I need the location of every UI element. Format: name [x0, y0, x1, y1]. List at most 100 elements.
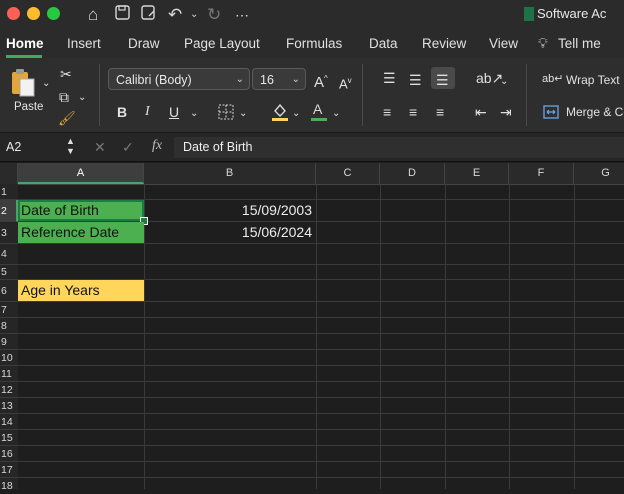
decrease-indent-icon[interactable]: ⇤ — [475, 104, 487, 120]
name-box-stepper-icon[interactable]: ▲ ▼ — [66, 136, 75, 156]
gridline — [18, 381, 624, 382]
window-title: Software Ac — [537, 6, 607, 21]
tab-review[interactable]: Review — [422, 36, 466, 51]
select-all-corner[interactable] — [0, 163, 18, 184]
column-header-b[interactable]: B — [144, 163, 316, 184]
tab-formulas[interactable]: Formulas — [286, 36, 342, 51]
column-header-f[interactable]: F — [509, 163, 574, 184]
gridline — [18, 349, 624, 350]
row-header-11[interactable]: 11 — [0, 366, 18, 382]
row-header-4[interactable]: 4 — [0, 244, 18, 265]
align-right-icon[interactable]: ≡ — [436, 104, 444, 120]
ribbon-separator — [526, 64, 527, 126]
fill-color-icon[interactable] — [270, 101, 290, 126]
cell-b3[interactable]: 15/06/2024 — [145, 222, 312, 243]
column-header-a[interactable]: A — [18, 163, 144, 184]
row-header-16[interactable]: 16 — [0, 446, 18, 462]
undo-icon[interactable]: ↶ — [168, 5, 182, 25]
gridline — [18, 413, 624, 414]
font-size-dropdown[interactable]: 16 ⌄ — [252, 68, 306, 90]
format-painter-icon[interactable]: 🖌︎ — [58, 110, 76, 126]
orientation-dropdown-chevron-icon[interactable]: ⌄ — [500, 74, 508, 90]
merge-center-icon[interactable] — [543, 105, 559, 124]
row-header-7[interactable]: 7 — [0, 302, 18, 318]
row-header-10[interactable]: 10 — [0, 350, 18, 366]
tab-data[interactable]: Data — [369, 36, 398, 51]
align-left-icon[interactable]: ≡ — [383, 104, 391, 120]
row-header-14[interactable]: 14 — [0, 414, 18, 430]
row-header-5[interactable]: 5 — [0, 265, 18, 280]
wrap-text-button[interactable]: Wrap Text — [566, 73, 620, 87]
column-header-d[interactable]: D — [380, 163, 445, 184]
copy-dropdown-chevron-icon[interactable]: ⌄ — [78, 90, 86, 106]
align-middle-icon[interactable]: ☰ — [409, 72, 422, 88]
insert-function-icon[interactable]: fx — [152, 138, 162, 154]
align-bottom-button[interactable]: ☰ — [431, 67, 455, 89]
italic-button[interactable]: I — [145, 104, 150, 120]
borders-dropdown-chevron-icon[interactable]: ⌄ — [239, 106, 247, 122]
more-commands-icon[interactable]: ⋯ — [235, 5, 249, 25]
row-header-12[interactable]: 12 — [0, 382, 18, 398]
cell-a2[interactable]: Date of Birth — [18, 200, 144, 221]
gridline — [18, 365, 624, 366]
gridline — [18, 317, 624, 318]
copy-icon[interactable]: ⧉ — [59, 89, 69, 105]
decrease-font-size-icon[interactable]: Av — [339, 73, 352, 92]
tab-draw[interactable]: Draw — [128, 36, 160, 51]
align-center-icon[interactable]: ≡ — [409, 104, 417, 120]
merge-center-button[interactable]: Merge & Ce — [566, 105, 624, 119]
align-top-icon[interactable]: ☰ — [383, 70, 396, 86]
row-header-8[interactable]: 8 — [0, 318, 18, 334]
font-color-icon[interactable]: A — [310, 101, 328, 126]
paste-clipboard-icon[interactable] — [11, 69, 35, 97]
undo-dropdown-chevron-icon[interactable]: ⌄ — [190, 5, 198, 25]
home-icon[interactable]: ⌂ — [88, 5, 98, 25]
zoom-window-button[interactable] — [47, 7, 60, 20]
gridline — [316, 184, 317, 489]
tab-insert[interactable]: Insert — [67, 36, 101, 51]
row-header-1[interactable]: 1 — [0, 184, 18, 200]
font-name-dropdown[interactable]: Calibri (Body) ⌄ — [108, 68, 250, 90]
column-header-e[interactable]: E — [445, 163, 509, 184]
increase-indent-icon[interactable]: ⇥ — [500, 104, 512, 120]
underline-button[interactable]: U — [169, 104, 179, 120]
cell-a6[interactable]: Age in Years — [18, 280, 144, 301]
chevron-down-icon: ⌄ — [291, 74, 300, 85]
row-header-17[interactable]: 17 — [0, 462, 18, 478]
borders-icon[interactable] — [218, 104, 234, 125]
align-bottom-icon: ☰ — [436, 72, 449, 88]
row-header-9[interactable]: 9 — [0, 334, 18, 350]
save-icon[interactable] — [115, 5, 130, 25]
tab-tell-me[interactable]: Tell me — [558, 36, 601, 51]
tab-view[interactable]: View — [489, 36, 518, 51]
row-header-13[interactable]: 13 — [0, 398, 18, 414]
paste-label[interactable]: Paste — [14, 101, 43, 113]
fill-color-dropdown-chevron-icon[interactable]: ⌄ — [292, 106, 300, 122]
formula-input[interactable]: Date of Birth — [174, 137, 624, 158]
wrap-text-icon[interactable]: ab↵ — [542, 71, 563, 87]
font-color-dropdown-chevron-icon[interactable]: ⌄ — [332, 106, 340, 122]
cell-b2[interactable]: 15/09/2003 — [145, 200, 312, 221]
tab-home[interactable]: Home — [6, 36, 44, 51]
tab-page-layout[interactable]: Page Layout — [184, 36, 260, 51]
row-header-2[interactable]: 2 — [0, 200, 18, 222]
minimize-window-button[interactable] — [27, 7, 40, 20]
gridline — [18, 264, 624, 265]
row-header-15[interactable]: 15 — [0, 430, 18, 446]
increase-font-size-icon[interactable]: A^ — [314, 71, 328, 91]
column-header-c[interactable]: C — [316, 163, 380, 184]
underline-dropdown-chevron-icon[interactable]: ⌄ — [190, 106, 198, 122]
cell-a3[interactable]: Reference Date — [18, 222, 144, 243]
gridline — [18, 461, 624, 462]
cut-scissors-icon[interactable]: ✂ — [60, 66, 72, 82]
close-window-button[interactable] — [7, 7, 20, 20]
save-as-icon[interactable] — [141, 5, 156, 25]
row-header-18[interactable]: 18 — [0, 478, 18, 492]
bold-button[interactable]: B — [117, 104, 127, 120]
column-header-g[interactable]: G — [574, 163, 624, 184]
font-size-value: 16 — [260, 73, 274, 87]
gridline — [380, 184, 381, 489]
row-header-3[interactable]: 3 — [0, 222, 18, 244]
row-header-6[interactable]: 6 — [0, 280, 18, 302]
paste-dropdown-chevron-icon[interactable]: ⌄ — [42, 76, 50, 92]
